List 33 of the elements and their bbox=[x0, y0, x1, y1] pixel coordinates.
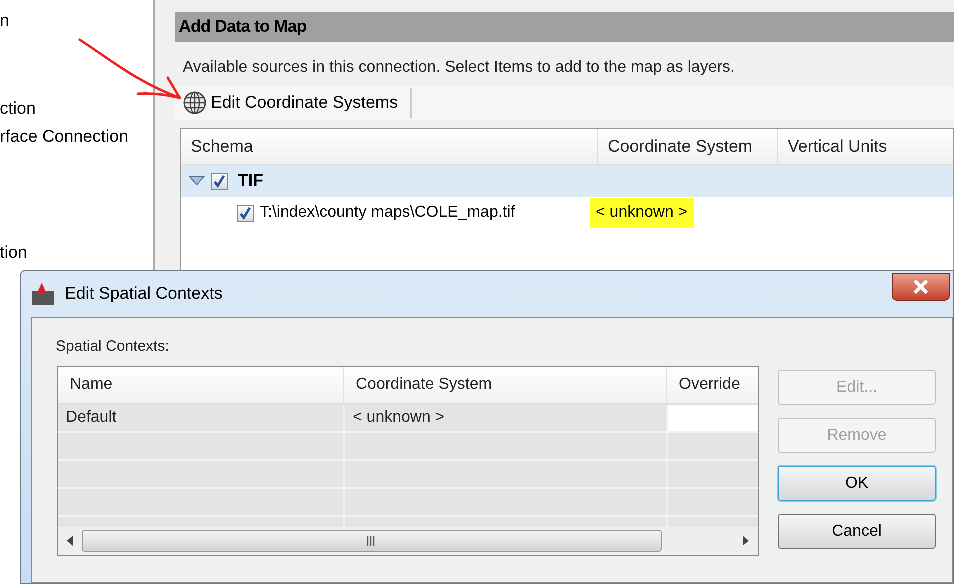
horizontal-scrollbar[interactable] bbox=[58, 527, 758, 555]
column-header[interactable]: Coordinate System bbox=[343, 367, 666, 403]
scroll-right-icon[interactable] bbox=[742, 536, 750, 546]
file-path[interactable]: T:\index\county maps\COLE_map.tif bbox=[260, 201, 590, 225]
column-header[interactable]: Coordinate System bbox=[597, 129, 777, 164]
tree-row[interactable]: TIF bbox=[181, 165, 953, 197]
column-header[interactable]: Name bbox=[58, 367, 343, 403]
override-field[interactable] bbox=[666, 405, 758, 431]
section-label: Spatial Contexts: bbox=[56, 337, 170, 357]
scroll-left-icon[interactable] bbox=[66, 536, 74, 546]
column-header[interactable]: Vertical Units bbox=[777, 129, 953, 164]
scrollbar-thumb[interactable] bbox=[82, 530, 662, 552]
sidebar-item[interactable]: ction bbox=[0, 96, 153, 120]
grip-icon bbox=[367, 536, 377, 546]
expander-icon[interactable] bbox=[189, 176, 205, 186]
column-header[interactable]: Schema bbox=[181, 129, 597, 164]
app-logo-icon bbox=[31, 282, 55, 306]
close-button[interactable] bbox=[892, 273, 950, 301]
checkbox[interactable] bbox=[237, 204, 254, 222]
dialog-title: Edit Spatial Contexts bbox=[65, 283, 223, 306]
dialog-button[interactable]: OK bbox=[778, 466, 936, 501]
panel-title: Add Data to Map bbox=[175, 12, 954, 42]
sidebar-item[interactable]: tion bbox=[0, 240, 153, 264]
panel-description: Available sources in this connection. Select Items to add to the map as layers. bbox=[182, 58, 736, 78]
globe-icon bbox=[183, 91, 207, 115]
column-header[interactable]: Override bbox=[666, 367, 758, 403]
tree-item-label[interactable]: TIF bbox=[238, 168, 264, 194]
close-icon bbox=[913, 280, 929, 294]
coordinate-system-value: < unknown > bbox=[590, 198, 694, 228]
sidebar-item[interactable]: rface Connection bbox=[0, 124, 153, 148]
sidebar-item[interactable]: n bbox=[0, 8, 153, 32]
dialog-button[interactable]: Cancel bbox=[778, 514, 936, 549]
checkbox[interactable] bbox=[211, 172, 228, 190]
